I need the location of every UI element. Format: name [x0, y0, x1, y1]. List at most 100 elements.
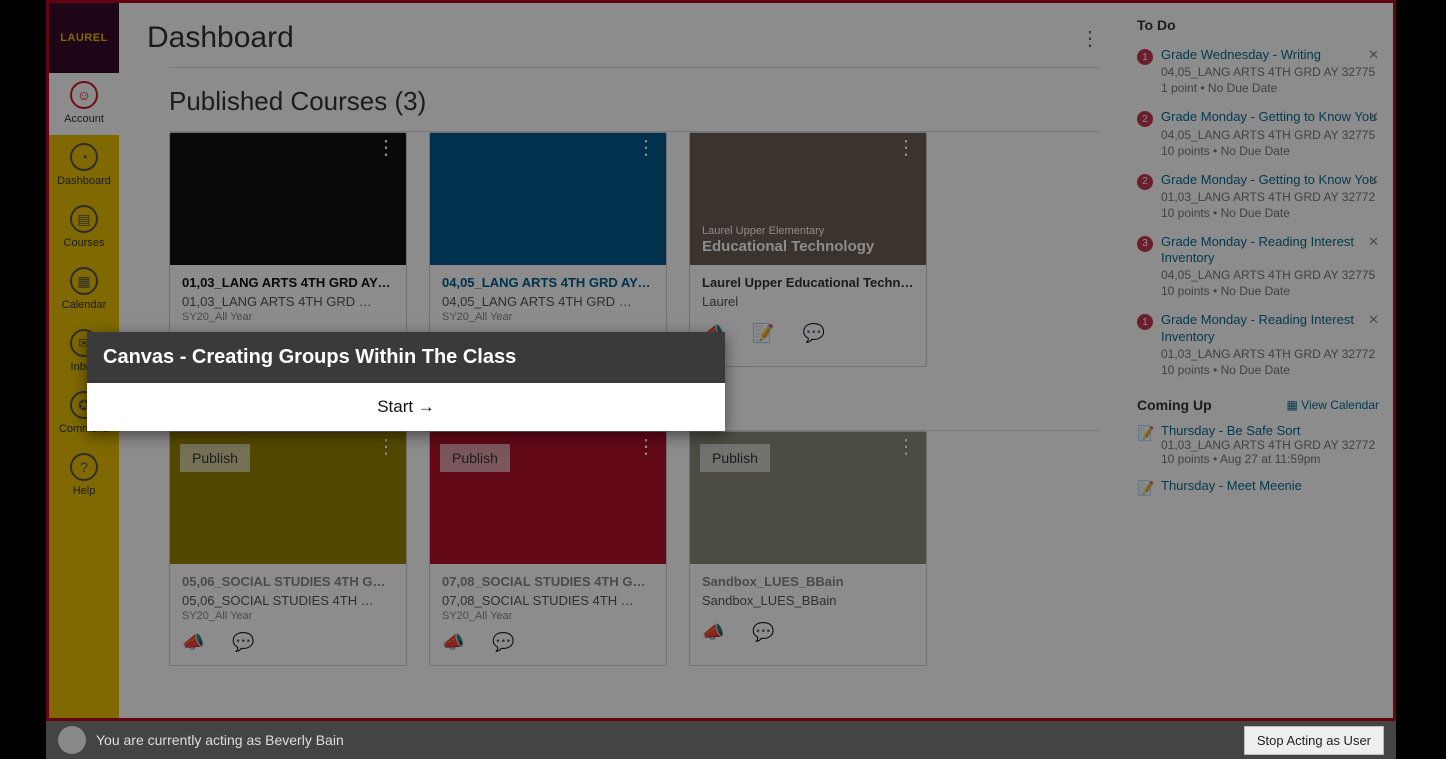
coming-up-item[interactable]: 📝 Thursday - Be Safe Sort 01,03_LANG ART… [1137, 423, 1379, 478]
todo-item[interactable]: 1 ✕ Grade Wednesday - Writing 04,05_LANG… [1137, 47, 1379, 109]
course-card-term: SY20_All Year [182, 610, 394, 622]
dismiss-todo-button[interactable]: ✕ [1368, 109, 1379, 125]
dismiss-todo-button[interactable]: ✕ [1368, 234, 1379, 250]
dismiss-todo-button[interactable]: ✕ [1368, 47, 1379, 63]
page-title: Dashboard [147, 21, 294, 55]
announcements-icon[interactable]: 📣 [182, 632, 204, 653]
unpublished-course-cards: Publish ⋮ 05,06_SOCIAL STUDIES 4TH GRA… … [147, 431, 1100, 666]
brand-text: LAUREL [60, 32, 108, 44]
todo-link[interactable]: Grade Monday - Getting to Know You [1161, 109, 1379, 125]
divider [169, 67, 1100, 68]
course-card-term: SY20_All Year [442, 610, 654, 622]
announcements-icon[interactable]: 📣 [702, 622, 724, 643]
todo-course: 04,05_LANG ARTS 4TH GRD AY 32775 [1161, 128, 1379, 142]
course-card-image: ⋮ Laurel Upper Elementary Educational Te… [690, 133, 926, 265]
todo-meta: 1 point • No Due Date [1161, 81, 1379, 95]
book-icon: ▤ [70, 205, 98, 233]
course-card-image: Publish ⋮ [690, 432, 926, 564]
discussions-icon[interactable]: 💬 [803, 323, 825, 344]
view-calendar-label: View Calendar [1301, 398, 1379, 412]
todo-count-badge: 3 [1137, 236, 1153, 252]
course-card-title: Laurel Upper Educational Technol… [702, 275, 914, 290]
course-card[interactable]: Publish ⋮ 07,08_SOCIAL STUDIES 4TH GRA… … [429, 431, 667, 666]
coming-up-meta: 10 points • Aug 27 at 11:59pm [1161, 452, 1379, 466]
coming-up-item[interactable]: 📝 Thursday - Meet Meenie [1137, 478, 1379, 505]
user-icon: ☺ [70, 81, 98, 109]
todo-item[interactable]: 2 ✕ Grade Monday - Getting to Know You 0… [1137, 109, 1379, 171]
todo-meta: 10 points • No Due Date [1161, 284, 1379, 298]
announcements-icon[interactable]: 📣 [442, 632, 464, 653]
nav-help[interactable]: ? Help [49, 445, 119, 507]
publish-button[interactable]: Publish [440, 444, 510, 472]
course-card-options[interactable]: ⋮ [636, 442, 656, 452]
course-card-term: SY20_All Year [442, 311, 654, 323]
course-card-subtitle: 01,03_LANG ARTS 4TH GRD … [182, 294, 394, 309]
sidebar-right: To Do 1 ✕ Grade Wednesday - Writing 04,0… [1133, 3, 1393, 718]
course-card-title: 07,08_SOCIAL STUDIES 4TH GRA… [442, 574, 654, 589]
todo-link[interactable]: Grade Monday - Reading Interest Inventor… [1161, 312, 1379, 345]
assignment-icon: 📝 [1137, 480, 1154, 497]
course-card-options[interactable]: ⋮ [896, 442, 916, 452]
course-card-subtitle: Sandbox_LUES_BBain [702, 593, 914, 608]
help-icon: ? [70, 453, 98, 481]
calendar-icon: ▦ [70, 267, 98, 295]
todo-count-badge: 2 [1137, 174, 1153, 190]
dismiss-todo-button[interactable]: ✕ [1368, 172, 1379, 188]
todo-item[interactable]: 2 ✕ Grade Monday - Getting to Know You 0… [1137, 172, 1379, 234]
course-card-subtitle: 07,08_SOCIAL STUDIES 4TH … [442, 593, 654, 608]
course-card-image: Publish ⋮ [430, 432, 666, 564]
discussions-icon[interactable]: 💬 [752, 622, 774, 643]
todo-item[interactable]: 1 ✕ Grade Monday - Reading Interest Inve… [1137, 312, 1379, 391]
course-card-subtitle: 05,06_SOCIAL STUDIES 4TH … [182, 593, 394, 608]
course-card-options[interactable]: ⋮ [636, 143, 656, 153]
coming-up-course: 01,03_LANG ARTS 4TH GRD AY 32772 [1161, 438, 1379, 452]
discussions-icon[interactable]: 💬 [492, 632, 514, 653]
start-button[interactable]: Start → [87, 383, 725, 431]
nav-calendar[interactable]: ▦ Calendar [49, 259, 119, 321]
course-card-options[interactable]: ⋮ [376, 143, 396, 153]
course-card-title: 01,03_LANG ARTS 4TH GRD AY 3… [182, 275, 394, 290]
nav-calendar-label: Calendar [62, 299, 107, 311]
discussions-icon[interactable]: 💬 [232, 632, 254, 653]
todo-meta: 10 points • No Due Date [1161, 363, 1379, 377]
course-card-subtitle: Laurel [702, 294, 914, 309]
coming-up-link[interactable]: Thursday - Be Safe Sort [1161, 423, 1300, 438]
course-card-title: Sandbox_LUES_BBain [702, 574, 914, 589]
card-image-overlay-line2: Educational Technology [702, 238, 874, 255]
todo-count-badge: 1 [1137, 314, 1153, 330]
modal-title: Canvas - Creating Groups Within The Clas… [87, 332, 725, 383]
coming-up-heading: Coming Up [1137, 397, 1212, 413]
nav-account-label: Account [64, 113, 104, 125]
todo-item[interactable]: 3 ✕ Grade Monday - Reading Interest Inve… [1137, 234, 1379, 313]
course-card-image: Publish ⋮ [170, 432, 406, 564]
published-heading: Published Courses (3) [169, 86, 1100, 117]
todo-course: 04,05_LANG ARTS 4TH GRD AY 32775 [1161, 268, 1379, 282]
course-card-options[interactable]: ⋮ [376, 442, 396, 452]
todo-course: 01,03_LANG ARTS 4TH GRD AY 32772 [1161, 347, 1379, 361]
dismiss-todo-button[interactable]: ✕ [1368, 312, 1379, 328]
course-card[interactable]: Publish ⋮ 05,06_SOCIAL STUDIES 4TH GRA… … [169, 431, 407, 666]
course-card-image: ⋮ [430, 133, 666, 265]
course-card-title: 05,06_SOCIAL STUDIES 4TH GRA… [182, 574, 394, 589]
assignments-icon[interactable]: 📝 [752, 323, 774, 344]
stop-acting-button[interactable]: Stop Acting as User [1244, 726, 1384, 755]
nav-courses[interactable]: ▤ Courses [49, 197, 119, 259]
publish-button[interactable]: Publish [180, 444, 250, 472]
todo-link[interactable]: Grade Monday - Getting to Know You [1161, 172, 1379, 188]
dashboard-options-button[interactable]: ⋮ [1080, 26, 1100, 51]
nav-dashboard[interactable]: ◔ Dashboard [49, 135, 119, 197]
todo-link[interactable]: Grade Wednesday - Writing [1161, 47, 1379, 63]
course-card-options[interactable]: ⋮ [896, 143, 916, 153]
todo-count-badge: 1 [1137, 49, 1153, 65]
masquerade-text: You are currently acting as Beverly Bain [96, 732, 344, 748]
coming-up-link[interactable]: Thursday - Meet Meenie [1161, 478, 1302, 493]
nav-dashboard-label: Dashboard [57, 175, 111, 187]
course-card[interactable]: Publish ⋮ Sandbox_LUES_BBain Sandbox_LUE… [689, 431, 927, 666]
publish-button[interactable]: Publish [700, 444, 770, 472]
assignment-icon: 📝 [1137, 425, 1154, 442]
nav-account[interactable]: ☺ Account [49, 73, 119, 135]
todo-link[interactable]: Grade Monday - Reading Interest Inventor… [1161, 234, 1379, 267]
todo-meta: 10 points • No Due Date [1161, 206, 1379, 220]
view-calendar-link[interactable]: ▦ View Calendar [1286, 398, 1379, 412]
course-card-subtitle: 04,05_LANG ARTS 4TH GRD … [442, 294, 654, 309]
